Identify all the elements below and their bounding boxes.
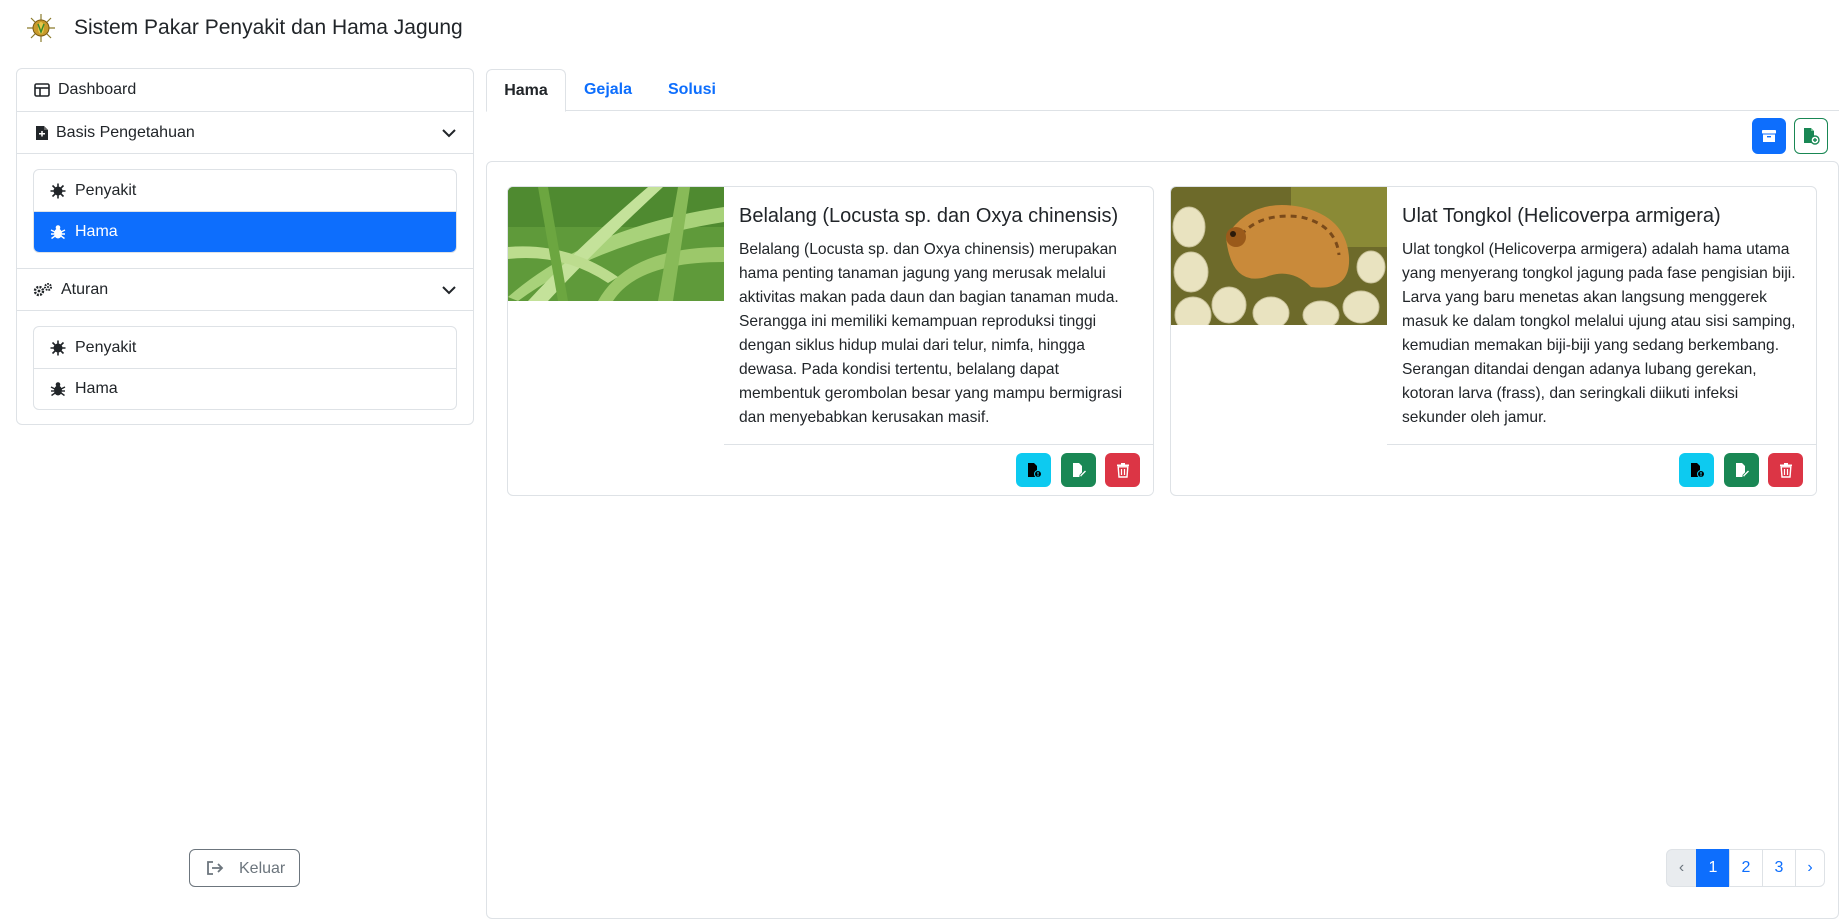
pagination-prev-button[interactable]: ‹ bbox=[1666, 849, 1697, 887]
card-title: Belalang (Locusta sp. dan Oxya chinensis… bbox=[739, 205, 1119, 227]
sidebar-item-label: Hama bbox=[75, 380, 118, 397]
card-description: Ulat tongkol (Helicoverpa armigera) adal… bbox=[1402, 241, 1796, 426]
virus-icon bbox=[49, 339, 67, 357]
file-info-icon bbox=[1027, 463, 1042, 478]
delete-button[interactable] bbox=[1768, 453, 1803, 487]
edit-button[interactable] bbox=[1724, 453, 1759, 487]
sidebar-item-hama[interactable]: Hama bbox=[34, 211, 456, 252]
divider bbox=[17, 310, 473, 311]
section-label: Basis Pengetahuan bbox=[56, 123, 195, 141]
add-hama-button[interactable] bbox=[1794, 118, 1828, 154]
layout-icon bbox=[33, 81, 51, 99]
trash-icon bbox=[1779, 463, 1792, 478]
edit-button[interactable] bbox=[1061, 453, 1096, 487]
gears-icon bbox=[32, 281, 54, 299]
app-title: Sistem Pakar Penyakit dan Hama Jagung bbox=[74, 16, 463, 39]
section-label: Aturan bbox=[61, 280, 109, 298]
pagination-next-button[interactable]: › bbox=[1795, 849, 1825, 887]
submenu-basis-pengetahuan: Penyakit Hama bbox=[33, 169, 457, 253]
archive-icon bbox=[1762, 130, 1776, 142]
pagination-page-2[interactable]: 2 bbox=[1729, 849, 1763, 887]
file-edit-icon bbox=[1735, 463, 1750, 478]
section-toggle-basis-pengetahuan[interactable]: Basis Pengetahuan bbox=[17, 112, 473, 153]
card-description: Belalang (Locusta sp. dan Oxya chinensis… bbox=[739, 241, 1123, 426]
sidebar-item-label: Penyakit bbox=[75, 338, 137, 356]
logout-button[interactable]: Keluar bbox=[189, 849, 300, 887]
sidebar: Dashboard Basis Pengetahuan Penyakit Ham… bbox=[16, 68, 474, 425]
bug-icon bbox=[49, 223, 67, 241]
sidebar-item-aturan-penyakit[interactable]: Penyakit bbox=[34, 327, 456, 368]
corn-virus-logo-icon bbox=[27, 14, 55, 42]
tab-bar: Hama Gejala Solusi bbox=[486, 69, 1839, 112]
divider bbox=[17, 153, 473, 154]
sign-out-icon bbox=[207, 861, 224, 875]
detail-button[interactable] bbox=[1016, 453, 1051, 487]
chevron-down-icon bbox=[442, 285, 456, 294]
file-plus-icon bbox=[1804, 128, 1820, 145]
card-footer bbox=[1387, 444, 1816, 495]
sidebar-item-label: Dashboard bbox=[58, 81, 137, 98]
sidebar-item-label: Penyakit bbox=[75, 181, 137, 199]
logout-label: Keluar bbox=[239, 860, 286, 877]
card-footer bbox=[724, 444, 1153, 495]
virus-icon bbox=[49, 182, 67, 200]
file-edit-icon bbox=[1072, 463, 1087, 478]
sidebar-item-penyakit[interactable]: Penyakit bbox=[34, 170, 456, 211]
bug-icon bbox=[49, 380, 67, 398]
sidebar-item-dashboard[interactable]: Dashboard bbox=[17, 69, 473, 111]
sidebar-item-aturan-hama[interactable]: Hama bbox=[34, 368, 456, 409]
tab-hama[interactable]: Hama bbox=[486, 69, 566, 112]
grasshopper-image bbox=[508, 187, 724, 301]
file-info-icon bbox=[1690, 463, 1705, 478]
card-title: Ulat Tongkol (Helicoverpa armigera) bbox=[1402, 205, 1721, 227]
submenu-aturan: Penyakit Hama bbox=[33, 326, 457, 410]
app-header: Sistem Pakar Penyakit dan Hama Jagung bbox=[0, 0, 1845, 56]
trash-icon bbox=[1116, 463, 1129, 478]
hama-card: Belalang (Locusta sp. dan Oxya chinensis… bbox=[507, 186, 1154, 496]
sidebar-item-label: Hama bbox=[75, 223, 118, 240]
file-medical-icon bbox=[33, 124, 51, 142]
corn-earworm-image bbox=[1171, 187, 1387, 325]
archive-button[interactable] bbox=[1752, 118, 1786, 154]
chevron-down-icon bbox=[442, 128, 456, 137]
tab-solusi[interactable]: Solusi bbox=[650, 69, 734, 111]
hama-card: Ulat Tongkol (Helicoverpa armigera) Ulat… bbox=[1170, 186, 1817, 496]
pagination-page-1[interactable]: 1 bbox=[1696, 849, 1730, 887]
detail-button[interactable] bbox=[1679, 453, 1714, 487]
tab-gejala[interactable]: Gejala bbox=[566, 69, 650, 111]
delete-button[interactable] bbox=[1105, 453, 1140, 487]
section-toggle-aturan[interactable]: Aturan bbox=[17, 269, 473, 310]
pagination-page-3[interactable]: 3 bbox=[1762, 849, 1796, 887]
